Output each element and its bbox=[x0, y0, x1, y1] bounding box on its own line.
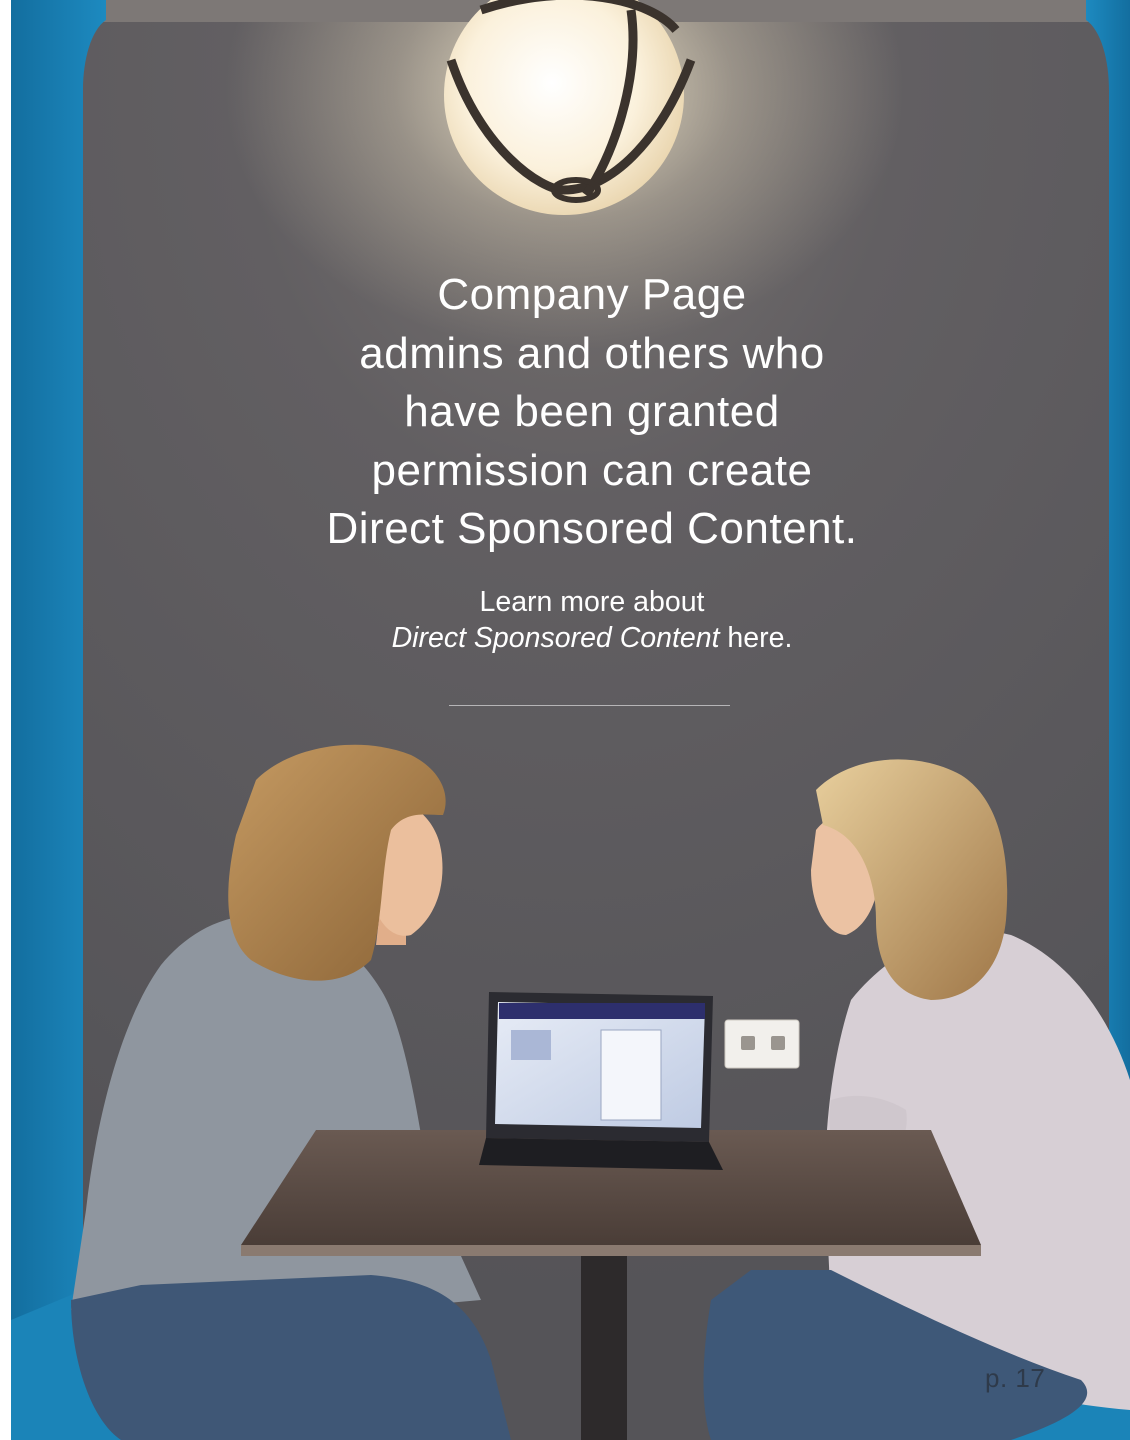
headline-line-2: admins and others who bbox=[359, 328, 825, 378]
headline-line-4: permission can create bbox=[371, 445, 813, 495]
learn-more-suffix: here. bbox=[719, 622, 793, 654]
page: Company Page admins and others who have … bbox=[0, 0, 1130, 1440]
direct-sponsored-content-link-text: Direct Sponsored Content bbox=[391, 622, 720, 654]
headline-line-3: have been granted bbox=[404, 387, 780, 436]
divider bbox=[449, 705, 730, 706]
headline-line-5: Direct Sponsored Content. bbox=[326, 504, 858, 553]
headline-line-1: Company Page bbox=[437, 270, 747, 319]
learn-more-line-2: Direct Sponsored Content here. bbox=[300, 620, 884, 656]
page-number: p. 17 bbox=[985, 1363, 1046, 1393]
page-margin bbox=[0, 0, 11, 1440]
learn-more: Learn more about Direct Sponsored Conten… bbox=[300, 584, 884, 656]
direct-sponsored-content-link[interactable]: Direct Sponsored Content bbox=[392, 622, 720, 654]
background-photo bbox=[11, 0, 1130, 1440]
headline: Company Page admins and others who have … bbox=[200, 266, 984, 559]
learn-more-intro: Learn more about bbox=[479, 586, 705, 618]
